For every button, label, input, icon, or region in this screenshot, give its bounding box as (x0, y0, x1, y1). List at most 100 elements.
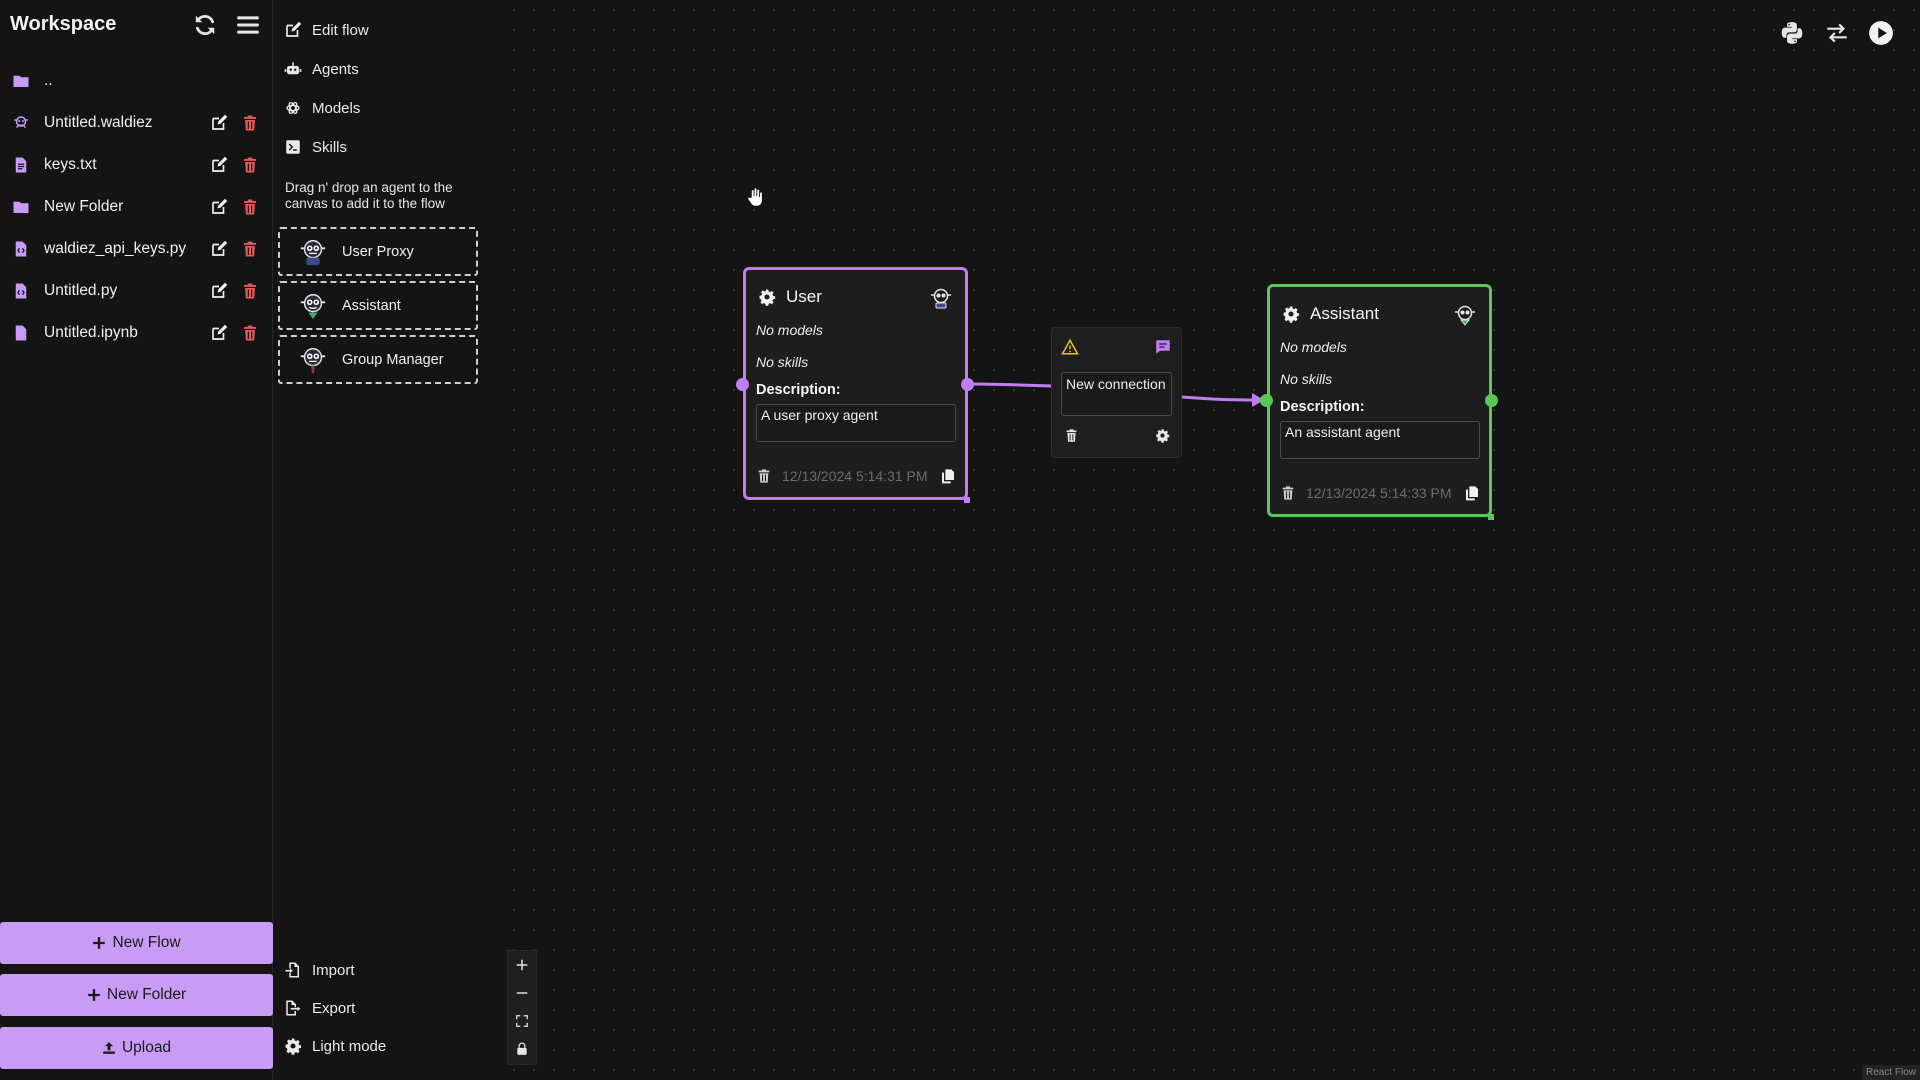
menu-light-mode[interactable]: Light mode (284, 1033, 386, 1059)
file-item-new-folder[interactable]: New Folder (0, 186, 273, 228)
refresh-icon[interactable] (192, 12, 218, 38)
file-icon (12, 324, 30, 342)
agent-node-assistant[interactable]: Assistant No models No skills Descriptio… (1267, 284, 1492, 517)
edit-icon[interactable] (210, 198, 228, 216)
menu-edit-flow[interactable]: Edit flow (284, 17, 369, 43)
description-field[interactable]: A user proxy agent (756, 404, 956, 442)
file-import-icon (284, 961, 302, 979)
folder-icon (12, 72, 30, 90)
menu-label: Models (312, 99, 361, 117)
openai-icon (284, 99, 302, 117)
menu-label: Export (312, 999, 356, 1017)
trash-icon[interactable] (756, 468, 772, 484)
fit-view-icon[interactable] (508, 1007, 536, 1035)
edit-icon (284, 21, 302, 39)
edge-label-node[interactable]: New connection (1051, 327, 1182, 458)
trash-icon[interactable] (241, 114, 259, 132)
file-item-untitled-waldiez[interactable]: Untitled.waldiez (0, 102, 273, 144)
node-skills: No skills (756, 354, 809, 370)
warning-icon (1061, 338, 1079, 356)
node-header: User (758, 287, 822, 307)
menu-label: Agents (312, 60, 359, 78)
edge-label-field[interactable]: New connection (1061, 372, 1172, 416)
edit-icon[interactable] (210, 324, 228, 342)
node-name: Assistant (1310, 304, 1379, 323)
hand-cursor-icon (744, 186, 766, 208)
workspace-title: Workspace (10, 13, 117, 35)
gear-icon[interactable] (758, 288, 776, 306)
trash-icon[interactable] (241, 282, 259, 300)
menu-skills[interactable]: Skills (284, 134, 347, 160)
node-models: No models (756, 322, 823, 338)
upload-label: Upload (121, 1039, 172, 1056)
zoom-in-icon[interactable] (508, 951, 536, 979)
description-label: Description: (1280, 399, 1365, 415)
file-code-icon (12, 240, 30, 258)
trash-icon[interactable] (241, 198, 259, 216)
assistant-source-handle[interactable] (1485, 394, 1498, 407)
agent-card-label: Group Manager (342, 351, 444, 368)
trash-icon[interactable] (1064, 428, 1079, 443)
user-target-handle[interactable] (736, 378, 749, 391)
node-models: No models (1280, 339, 1347, 355)
user-source-handle[interactable] (961, 378, 974, 391)
menu-agents[interactable]: Agents (284, 56, 359, 82)
gear-icon[interactable] (1155, 428, 1170, 443)
trash-icon[interactable] (1280, 485, 1296, 501)
copy-icon[interactable] (1464, 485, 1480, 501)
file-name: .. (44, 72, 53, 89)
message-icon[interactable] (1154, 338, 1172, 356)
menu-label: Skills (312, 138, 348, 156)
trash-icon[interactable] (241, 240, 259, 258)
agent-card-assistant[interactable]: Assistant (278, 281, 478, 330)
python-export-icon[interactable] (1779, 20, 1805, 46)
file-name: Untitled.waldiez (44, 114, 153, 131)
agent-card-label: Assistant (342, 297, 401, 314)
upload-icon (102, 1041, 116, 1055)
drag-hint-text: Drag n' drop an agent to the canvas to a… (285, 180, 453, 211)
upload-button[interactable]: Upload (0, 1027, 273, 1069)
agent-card-group-manager[interactable]: Group Manager (278, 335, 478, 384)
file-item-untitled-ipynb[interactable]: Untitled.ipynb (0, 312, 273, 354)
file-item-waldiez-api-keys[interactable]: waldiez_api_keys.py (0, 228, 273, 270)
file-item-untitled-py[interactable]: Untitled.py (0, 270, 273, 312)
lock-icon[interactable] (508, 1035, 536, 1063)
plus-icon (87, 988, 101, 1002)
file-name: keys.txt (44, 156, 97, 173)
menu-import[interactable]: Import (284, 957, 355, 983)
file-item-parent[interactable]: .. (0, 60, 273, 102)
convert-icon[interactable] (1824, 20, 1850, 46)
agent-card-user-proxy[interactable]: User Proxy (278, 227, 478, 276)
edit-icon[interactable] (210, 240, 228, 258)
react-flow-attribution[interactable]: React Flow (1861, 1065, 1920, 1080)
run-flow-icon[interactable] (1868, 20, 1894, 46)
edit-icon[interactable] (210, 156, 228, 174)
menu-export[interactable]: Export (284, 995, 355, 1021)
trash-icon[interactable] (241, 324, 259, 342)
gear-icon (284, 1037, 302, 1055)
new-folder-label: New Folder (106, 986, 187, 1003)
flow-panel: Edit flow Agents Models Skills Drag n' d… (274, 0, 504, 1080)
assistant-node-resize-handle[interactable] (1488, 514, 1494, 520)
group-manager-avatar-icon (298, 345, 328, 375)
edit-icon[interactable] (210, 114, 228, 132)
user-proxy-avatar-icon (298, 237, 328, 267)
menu-models[interactable]: Models (284, 95, 360, 121)
user-node-resize-handle[interactable] (964, 497, 970, 503)
file-code-icon (12, 282, 30, 300)
description-field[interactable]: An assistant agent (1280, 421, 1480, 459)
zoom-out-icon[interactable] (508, 979, 536, 1007)
new-flow-button[interactable]: New Flow (0, 922, 273, 964)
gear-icon[interactable] (1282, 305, 1300, 323)
assistant-target-handle[interactable] (1260, 394, 1273, 407)
hamburger-menu-icon[interactable] (235, 12, 261, 38)
flow-canvas[interactable] (504, 0, 1920, 1080)
file-item-keys-txt[interactable]: keys.txt (0, 144, 273, 186)
edit-icon[interactable] (210, 282, 228, 300)
new-folder-button[interactable]: New Folder (0, 974, 273, 1016)
assistant-avatar-icon (298, 291, 328, 321)
copy-icon[interactable] (940, 468, 956, 484)
file-name: Untitled.ipynb (44, 324, 138, 341)
agent-node-user[interactable]: User No models No skills Description: A … (743, 267, 968, 500)
trash-icon[interactable] (241, 156, 259, 174)
